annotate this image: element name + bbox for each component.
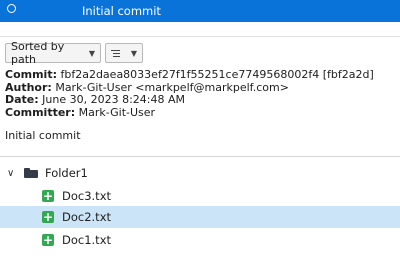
commit-hash-value: fbf2a2daea8033ef27f1f55251ce7749568002f4… [60, 68, 374, 81]
commit-details-panel: Commit: fbf2a2daea8033ef27f1f55251ce7749… [5, 68, 374, 120]
tree-folder-row[interactable]: ∨ Folder1 [0, 162, 400, 184]
committer-value: Mark-Git-User [78, 105, 156, 119]
date-label: Date: [5, 93, 39, 106]
added-file-icon: + [42, 233, 54, 247]
commit-label: Commit: [5, 68, 57, 81]
committer-label: Committer: [5, 105, 76, 119]
commit-graph-node-icon [7, 4, 16, 13]
tree-file-row[interactable]: + Doc3.txt [0, 185, 400, 207]
commit-row-message: Initial commit [82, 4, 161, 18]
tree-file-row-selected[interactable]: + Doc2.txt [0, 206, 400, 228]
commit-message: Initial commit [5, 129, 81, 142]
sort-dropdown-label: Sorted by path [11, 40, 65, 66]
date-value: June 30, 2023 8:24:48 AM [42, 93, 186, 106]
author-value: Mark-Git-User <markpelf@markpelf.com> [55, 80, 289, 94]
folder-icon [24, 168, 38, 178]
commit-row-selected[interactable]: Initial commit [0, 0, 400, 22]
panel-divider [0, 36, 400, 37]
list-icon [111, 49, 120, 58]
tree-file-row[interactable]: + Doc1.txt [0, 229, 400, 251]
added-file-icon: + [42, 189, 54, 203]
author-label: Author: [5, 80, 52, 94]
details-divider [0, 156, 400, 157]
sort-dropdown-button[interactable]: Sorted by path ▼ [5, 40, 101, 66]
committer-line: Committer: Mark-Git-User [5, 105, 374, 120]
file-name: Doc2.txt [62, 210, 112, 224]
chevron-down-icon: ▼ [88, 48, 95, 58]
view-mode-dropdown-button[interactable]: ▼ [105, 43, 143, 63]
added-file-icon: + [42, 210, 54, 224]
file-name: Doc1.txt [62, 233, 112, 247]
file-name: Doc3.txt [62, 189, 112, 203]
chevron-down-icon[interactable]: ∨ [7, 168, 14, 179]
folder-name: Folder1 [45, 166, 88, 180]
chevron-down-icon: ▼ [130, 48, 137, 58]
